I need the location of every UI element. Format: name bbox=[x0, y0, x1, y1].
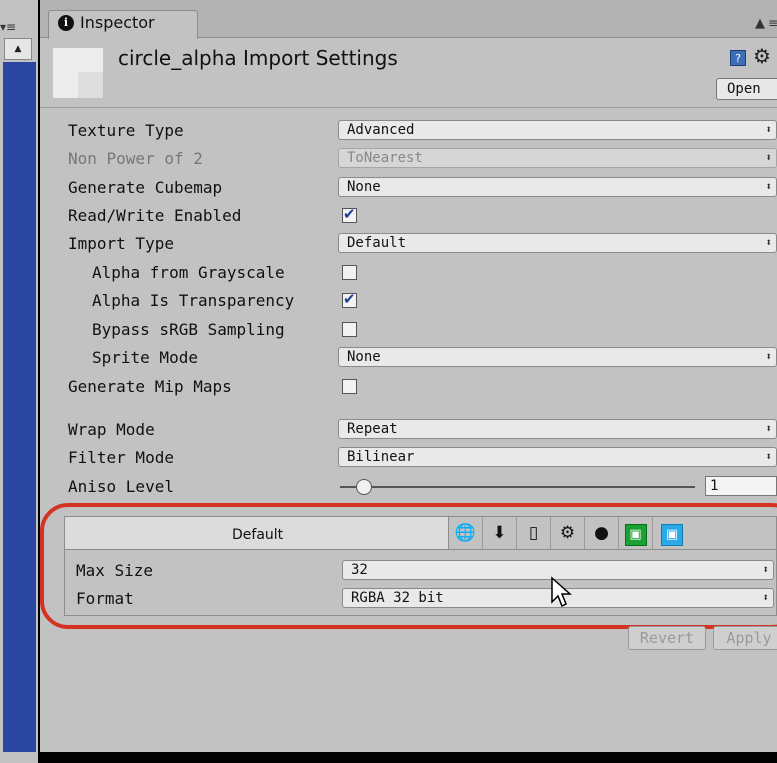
property-label: Generate Mip Maps bbox=[68, 377, 232, 396]
dropdown-arrow-icon: ⬍ bbox=[765, 123, 772, 136]
open-button[interactable]: Open bbox=[716, 78, 777, 100]
property-dropdown-value: Default bbox=[347, 235, 407, 251]
texture-thumbnail-shade bbox=[78, 72, 103, 98]
hierarchy-selection-strip bbox=[3, 62, 36, 752]
help-book-icon[interactable]: ? bbox=[730, 50, 746, 66]
aniso-level-label: Aniso Level bbox=[68, 477, 174, 496]
info-icon: i bbox=[58, 15, 74, 31]
property-label: Generate Cubemap bbox=[68, 178, 223, 197]
property-dropdown[interactable]: Advanced ⬍ bbox=[338, 120, 777, 140]
property-label: Read/Write Enabled bbox=[68, 206, 242, 225]
aniso-level-slider-track[interactable] bbox=[340, 486, 695, 488]
check-icon: ✔ bbox=[343, 205, 356, 223]
property-dropdown-value: None bbox=[347, 179, 381, 195]
left-panel-menu-icon[interactable]: ▾≡ bbox=[0, 20, 16, 36]
gear-icon[interactable]: ⚙ bbox=[753, 44, 771, 68]
property-dropdown[interactable]: None ⬍ bbox=[338, 347, 777, 367]
dropdown-arrow-icon: ⬍ bbox=[765, 180, 772, 193]
property-dropdown-value: Repeat bbox=[347, 421, 398, 437]
property-label: Non Power of 2 bbox=[68, 149, 203, 168]
property-label: Bypass sRGB Sampling bbox=[92, 320, 285, 339]
property-dropdown[interactable]: Bilinear ⬍ bbox=[338, 447, 777, 467]
apply-button[interactable]: Apply bbox=[713, 626, 777, 650]
property-dropdown: ToNearest ⬍ bbox=[338, 148, 777, 168]
property-dropdown-value: Bilinear bbox=[347, 449, 415, 465]
property-checkbox[interactable] bbox=[342, 265, 357, 280]
property-checkbox[interactable]: ✔ bbox=[342, 290, 357, 308]
header-divider bbox=[40, 107, 777, 108]
property-label: Filter Mode bbox=[68, 448, 174, 467]
property-checkbox[interactable]: ✔ bbox=[342, 205, 357, 223]
check-icon: ✔ bbox=[343, 290, 356, 308]
dropdown-arrow-icon: ⬍ bbox=[765, 151, 772, 164]
aniso-level-field[interactable]: 1 bbox=[705, 476, 777, 496]
property-label: Import Type bbox=[68, 234, 174, 253]
property-label: Alpha from Grayscale bbox=[92, 263, 285, 282]
property-checkbox[interactable] bbox=[342, 322, 357, 337]
tab-menu-icon[interactable]: ≡ bbox=[768, 16, 777, 30]
property-label: Wrap Mode bbox=[68, 420, 155, 439]
revert-button[interactable]: Revert bbox=[628, 626, 706, 650]
dropdown-arrow-icon: ⬍ bbox=[765, 236, 772, 249]
mouse-cursor-icon bbox=[551, 576, 572, 608]
dropdown-arrow-icon: ⬍ bbox=[765, 422, 772, 435]
property-dropdown-value: ToNearest bbox=[347, 150, 423, 166]
property-dropdown-value: None bbox=[347, 349, 381, 365]
tab-inspector-label: Inspector bbox=[80, 13, 155, 32]
property-dropdown-value: Advanced bbox=[347, 122, 415, 138]
lock-icon[interactable]: ▲ bbox=[755, 16, 765, 31]
property-dropdown[interactable]: None ⬍ bbox=[338, 177, 777, 197]
property-label: Sprite Mode bbox=[92, 348, 198, 367]
page-title: circle_alpha Import Settings bbox=[118, 46, 398, 70]
property-dropdown[interactable]: Default ⬍ bbox=[338, 233, 777, 253]
property-label: Alpha Is Transparency bbox=[92, 291, 295, 310]
property-dropdown[interactable]: Repeat ⬍ bbox=[338, 419, 777, 439]
dropdown-arrow-icon: ⬍ bbox=[765, 450, 772, 463]
property-checkbox[interactable] bbox=[342, 379, 357, 394]
dropdown-arrow-icon: ⬍ bbox=[765, 350, 772, 363]
aniso-level-slider-thumb[interactable] bbox=[356, 479, 372, 495]
highlight-annotation bbox=[40, 503, 777, 629]
scroll-up-button[interactable]: ▲ bbox=[4, 38, 32, 60]
property-label: Texture Type bbox=[68, 121, 184, 140]
